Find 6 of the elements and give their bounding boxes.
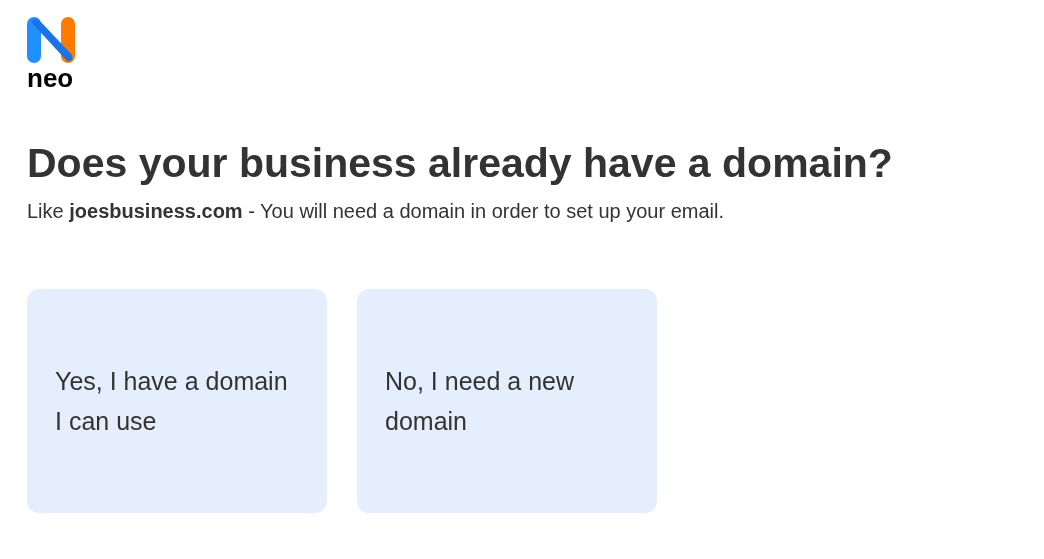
logo-icon [27,17,75,63]
heading: Does your business already have a domain? [27,139,894,188]
logo-text: neo [27,66,74,90]
option-card[interactable]: No, I need a new domain [357,289,657,513]
subtitle: Like joesbusiness.com - You will need a domain in order to set up your email. [27,199,726,224]
option-card[interactable]: Yes, I have a domain I can use [27,289,327,513]
